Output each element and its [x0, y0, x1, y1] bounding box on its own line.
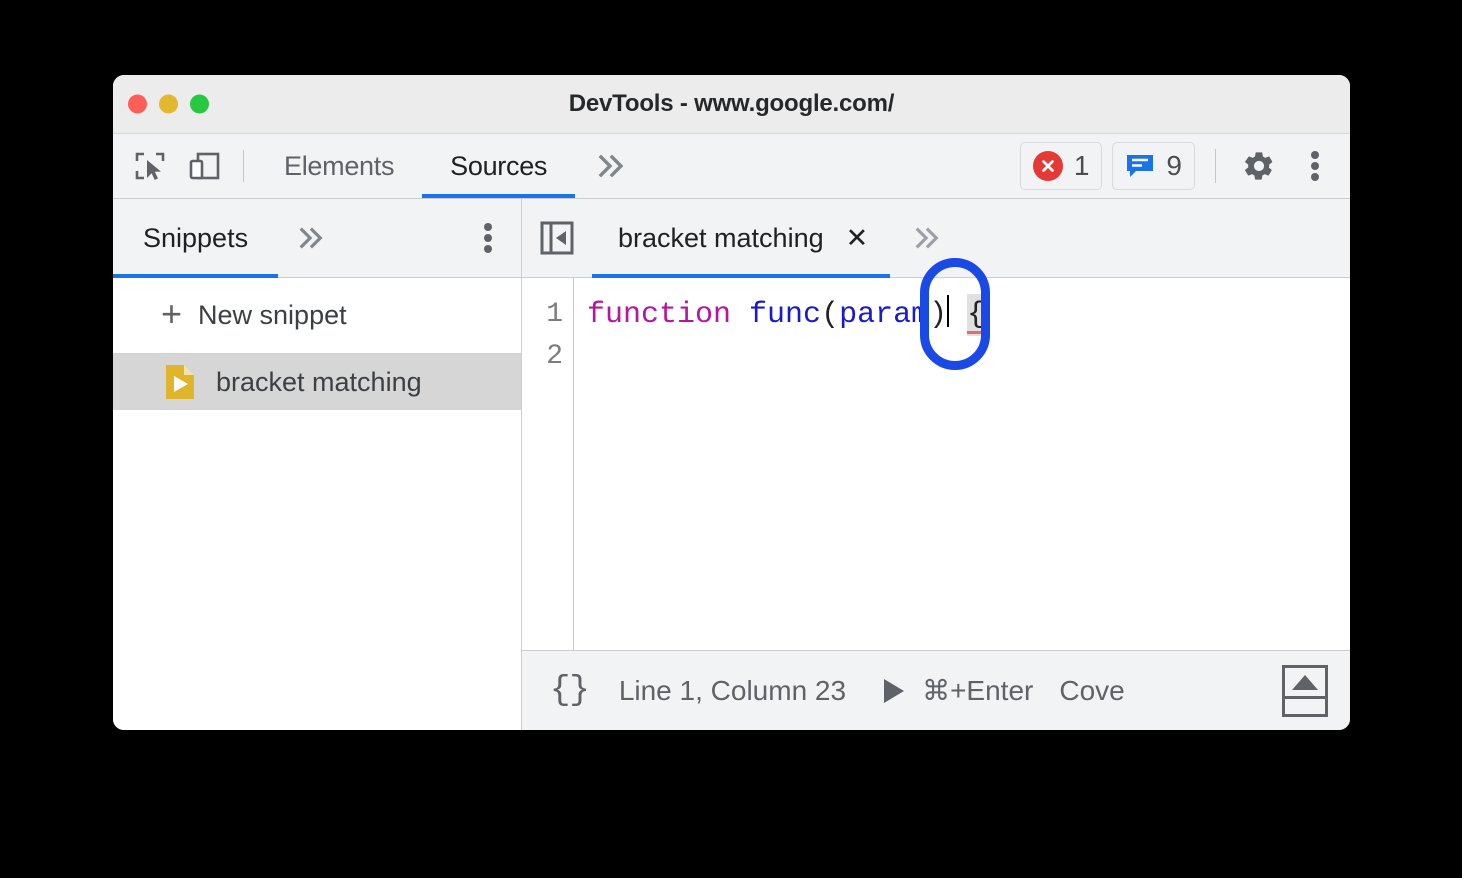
navigator-menu-button[interactable] — [483, 221, 521, 255]
message-icon — [1125, 152, 1155, 180]
message-count-badge[interactable]: 9 — [1112, 142, 1195, 190]
message-count: 9 — [1166, 150, 1182, 181]
error-icon — [1032, 151, 1063, 181]
pretty-print-button[interactable]: {} — [550, 672, 590, 710]
error-count-badge[interactable]: 1 — [1019, 142, 1103, 190]
panel-tabs: Elements Sources — [256, 134, 576, 198]
more-panels-button[interactable] — [575, 134, 649, 198]
collapse-navigator-icon — [540, 221, 574, 255]
token-paren-open: ( — [821, 298, 840, 332]
code-content[interactable]: function func(param) { — [574, 278, 1350, 650]
line-number-gutter: 1 2 — [522, 278, 574, 650]
close-icon[interactable]: ✕ — [846, 224, 869, 252]
error-count: 1 — [1073, 150, 1090, 181]
devtools-body: Snippets + New snippet bracket matching … — [113, 199, 1350, 730]
cursor-position-label: Line 1, Column 23 — [618, 674, 847, 706]
kebab-menu-icon — [484, 223, 492, 253]
more-navigator-tabs-button[interactable] — [278, 226, 346, 250]
settings-button[interactable] — [1236, 149, 1282, 183]
navigator-header: Snippets — [113, 199, 521, 278]
toolbar-right-group: 1 9 — [1019, 134, 1350, 198]
editor-tabbar: bracket matching ✕ — [522, 199, 1350, 278]
window-title: DevTools - www.google.com/ — [568, 90, 895, 117]
editor-tab-label: bracket matching — [618, 222, 824, 253]
code-editor[interactable]: 1 2 function func(param) { — [522, 258, 1350, 650]
coverage-label[interactable]: Cove — [1059, 675, 1124, 707]
speech-bubble-icon — [1127, 155, 1154, 177]
window-titlebar: DevTools - www.google.com/ — [113, 75, 1350, 134]
run-shortcut-label: ⌘+Enter — [922, 675, 1034, 706]
more-editor-tabs-button[interactable] — [890, 199, 966, 277]
tab-elements[interactable]: Elements — [256, 134, 422, 198]
toolbar-divider — [243, 150, 244, 182]
show-drawer-icon — [1292, 674, 1318, 690]
minimize-window-button[interactable] — [159, 94, 178, 114]
navigator-sidebar: Snippets + New snippet bracket matching — [113, 199, 522, 730]
gear-icon — [1245, 152, 1273, 180]
drawer-divider — [1285, 695, 1325, 699]
editor-pane: bracket matching ✕ 1 2 function func(par… — [522, 199, 1350, 730]
new-snippet-button[interactable]: + New snippet — [113, 278, 521, 354]
line-number: 1 — [546, 299, 563, 330]
line-number: 2 — [546, 341, 563, 372]
kebab-menu-icon — [1311, 151, 1319, 181]
token-brace-highlighted: { — [967, 294, 986, 336]
device-toolbar-button[interactable] — [177, 134, 231, 198]
editor-tab-bracket-matching[interactable]: bracket matching ✕ — [592, 199, 891, 278]
close-window-button[interactable] — [128, 94, 147, 114]
inspect-element-button[interactable] — [123, 134, 177, 198]
device-toolbar-icon — [189, 152, 220, 180]
main-menu-button[interactable] — [1292, 149, 1338, 183]
tab-sources[interactable]: Sources — [422, 134, 576, 198]
sidebar-tab-snippets[interactable]: Snippets — [113, 199, 279, 278]
window-traffic-lights — [128, 94, 209, 114]
new-snippet-label: New snippet — [198, 300, 347, 330]
chevron-double-right-icon — [598, 154, 624, 178]
editor-statusbar: {} Line 1, Column 23 ⌘+Enter Cove — [522, 650, 1350, 730]
navigator-empty-space — [113, 410, 521, 730]
token-param: param — [839, 298, 930, 332]
list-item[interactable]: bracket matching — [113, 354, 521, 410]
snippet-file-icon — [166, 365, 194, 399]
token-paren-close: ) — [929, 298, 948, 332]
chevron-double-right-icon — [915, 227, 939, 249]
chevron-double-right-icon — [299, 227, 323, 249]
token-keyword: function — [587, 298, 732, 332]
snippet-item-label: bracket matching — [216, 366, 422, 397]
devtools-window: DevTools - www.google.com/ Elements Sour… — [113, 75, 1350, 730]
plus-icon: + — [161, 292, 183, 334]
screenshot-canvas: DevTools - www.google.com/ Elements Sour… — [0, 0, 1462, 878]
collapse-navigator-button[interactable] — [522, 199, 592, 277]
token-function-name: func — [749, 298, 822, 332]
show-drawer-button[interactable] — [1282, 664, 1328, 717]
inspect-element-icon — [135, 152, 165, 180]
devtools-main-toolbar: Elements Sources 1 9 — [113, 134, 1350, 199]
close-x-glyph — [1041, 160, 1054, 172]
run-snippet-button[interactable] — [884, 678, 905, 703]
maximize-window-button[interactable] — [190, 94, 209, 114]
toolbar-divider-2 — [1215, 149, 1216, 183]
